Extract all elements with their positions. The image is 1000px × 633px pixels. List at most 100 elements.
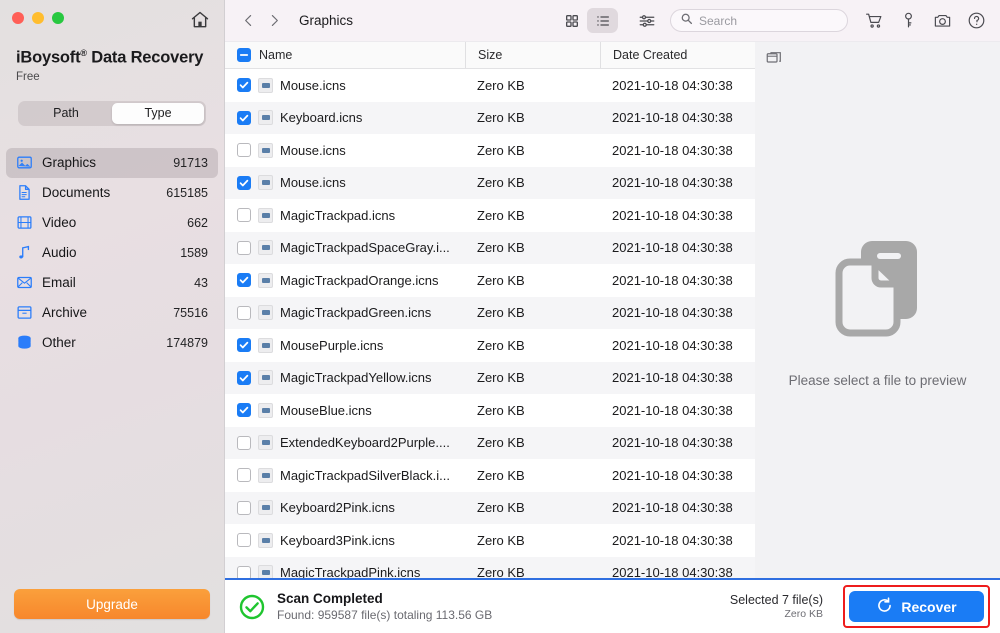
file-type-icon	[258, 402, 273, 418]
chevron-right-icon[interactable]	[261, 8, 287, 34]
row-checkbox[interactable]	[237, 175, 251, 190]
file-type-icon	[258, 467, 273, 483]
select-all-checkbox[interactable]	[237, 48, 251, 62]
table-row[interactable]: Mouse.icns Zero KB 2021-10-18 04:30:38	[225, 69, 755, 102]
cell-date-created: 2021-10-18 04:30:38	[612, 207, 733, 223]
table-row[interactable]: ExtendedKeyboard2Purple.... Zero KB 2021-1…	[225, 426, 755, 459]
recover-button[interactable]: Recover	[849, 591, 984, 622]
content-area: Name Size Date Created Mouse.icns Zero KB…	[225, 42, 1000, 580]
breadcrumb[interactable]: Graphics	[299, 13, 353, 28]
row-checkbox[interactable]	[237, 403, 251, 418]
row-checkbox[interactable]	[237, 240, 251, 255]
table-row[interactable]: Keyboard2Pink.icns Zero KB 2021-10-18 04:3…	[225, 491, 755, 524]
row-checkbox[interactable]	[237, 208, 251, 223]
sidebar-item-label: Video	[42, 215, 77, 230]
cell-date-created: 2021-10-18 04:30:38	[612, 142, 733, 158]
search-box[interactable]	[670, 9, 848, 32]
table-row[interactable]: Keyboard3Pink.icns Zero KB 2021-10-18 04:3…	[225, 524, 755, 557]
chevron-left-icon[interactable]	[235, 8, 261, 34]
main-area: Graphics Search Name Size Date Created M…	[225, 0, 1000, 633]
panes-toggle-icon[interactable]	[765, 50, 783, 68]
cell-size: Zero KB	[477, 402, 525, 418]
cell-size: Zero KB	[477, 337, 525, 353]
key-icon[interactable]	[898, 11, 918, 31]
table-row[interactable]: MagicTrackpadYellow.icns Zero KB 2021-10-1…	[225, 361, 755, 394]
row-checkbox[interactable]	[237, 110, 251, 125]
segment-path[interactable]: Path	[20, 103, 112, 124]
preview-message: Please select a file to preview	[788, 372, 967, 388]
status-bar: Scan Completed Found: 959587 file(s) tot…	[225, 580, 1000, 633]
cell-size: Zero KB	[477, 565, 525, 578]
home-icon[interactable]	[190, 10, 210, 30]
row-checkbox[interactable]	[237, 500, 251, 515]
sidebar-item-count: 43	[194, 275, 208, 290]
segment-type[interactable]: Type	[112, 102, 204, 124]
row-checkbox[interactable]	[237, 565, 251, 578]
cell-date-created: 2021-10-18 04:30:38	[612, 467, 733, 483]
table-row[interactable]: MagicTrackpadPink.icns Zero KB 2021-10-18 …	[225, 556, 755, 578]
toolbar: Graphics	[225, 0, 1000, 42]
cell-name: Mouse.icns	[225, 77, 465, 93]
sidebar-item-audio[interactable]: Audio 1589	[6, 238, 218, 268]
column-header-size[interactable]: Size	[465, 42, 600, 68]
row-checkbox[interactable]	[237, 468, 251, 483]
selected-files-size: Zero KB	[784, 608, 823, 620]
file-name: ExtendedKeyboard2Purple....	[280, 435, 450, 451]
file-name: Mouse.icns	[280, 77, 346, 93]
path-type-segmented-control[interactable]: Path Type	[18, 100, 206, 126]
table-row[interactable]: MagicTrackpad.icns Zero KB 2021-10-18 04:3…	[225, 199, 755, 232]
row-checkbox[interactable]	[237, 273, 251, 288]
sidebar-item-graphics[interactable]: Graphics 91713	[6, 147, 218, 178]
upgrade-button[interactable]: Upgrade	[14, 589, 210, 619]
cell-date-created: 2021-10-18 04:30:38	[612, 77, 733, 93]
table-row[interactable]: Mouse.icns Zero KB 2021-10-18 04:30:38	[225, 166, 755, 199]
row-checkbox[interactable]	[237, 338, 251, 353]
sliders-icon[interactable]	[634, 8, 660, 34]
table-row[interactable]: MousePurple.icns Zero KB 2021-10-18 04:30:…	[225, 329, 755, 362]
cell-name: MagicTrackpadOrange.icns	[225, 272, 465, 288]
camera-icon[interactable]	[932, 11, 952, 31]
table-row[interactable]: Keyboard.icns Zero KB 2021-10-18 04:30:38	[225, 101, 755, 134]
minimize-window-button[interactable]	[32, 12, 44, 24]
row-checkbox[interactable]	[237, 435, 251, 450]
sidebar-item-count: 1589	[180, 245, 208, 260]
close-window-button[interactable]	[12, 12, 24, 24]
file-name: MagicTrackpadSilverBlack.i...	[280, 467, 451, 483]
maximize-window-button[interactable]	[52, 12, 64, 24]
sidebar-item-label: Documents	[42, 185, 111, 200]
file-type-icon	[258, 500, 273, 516]
help-circle-icon[interactable]	[966, 11, 986, 31]
sidebar-item-video[interactable]: Video 662	[6, 208, 218, 238]
view-mode-toggle[interactable]	[556, 8, 618, 33]
row-checkbox[interactable]	[237, 78, 251, 93]
sidebar-item-label: Other	[42, 335, 76, 350]
sidebar-item-email[interactable]: Email 43	[6, 268, 218, 298]
list-view-icon[interactable]	[587, 8, 618, 33]
row-checkbox[interactable]	[237, 143, 251, 158]
row-checkbox[interactable]	[237, 305, 251, 320]
cell-size: Zero KB	[477, 272, 525, 288]
search-input[interactable]	[699, 13, 838, 28]
sidebar-item-count: 75516	[173, 305, 208, 320]
column-header-date-created[interactable]: Date Created	[600, 42, 755, 68]
sidebar-item-documents[interactable]: Documents 615185	[6, 178, 218, 208]
file-type-icon	[258, 110, 273, 126]
sidebar-item-archive[interactable]: Archive 75516	[6, 298, 218, 328]
column-header-name[interactable]: Name	[225, 42, 465, 68]
table-row[interactable]: MouseBlue.icns Zero KB 2021-10-18 04:30:38	[225, 394, 755, 427]
cart-icon[interactable]	[864, 11, 884, 31]
grid-view-icon[interactable]	[556, 8, 587, 33]
cell-date-created: 2021-10-18 04:30:38	[612, 435, 733, 451]
table-row[interactable]: MagicTrackpadOrange.icns Zero KB 2021-10-1…	[225, 264, 755, 297]
check-circle-icon	[239, 594, 265, 620]
row-checkbox[interactable]	[237, 370, 251, 385]
row-checkbox[interactable]	[237, 533, 251, 548]
search-icon	[680, 12, 693, 30]
sidebar-item-count: 91713	[173, 155, 208, 170]
sidebar-item-other[interactable]: Other 174879	[6, 328, 218, 358]
cell-size: Zero KB	[477, 175, 525, 191]
table-row[interactable]: Mouse.icns Zero KB 2021-10-18 04:30:38	[225, 134, 755, 167]
table-row[interactable]: MagicTrackpadSpaceGray.i... Zero KB 2021-1…	[225, 231, 755, 264]
table-row[interactable]: MagicTrackpadGreen.icns Zero KB 2021-10-18…	[225, 296, 755, 329]
table-row[interactable]: MagicTrackpadSilverBlack.i... Zero KB 2021…	[225, 459, 755, 492]
